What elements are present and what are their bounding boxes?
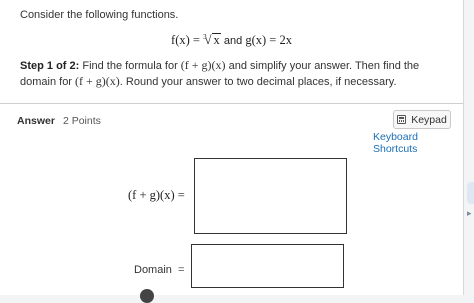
keypad-label: Keypad [411, 113, 447, 126]
step-expr-2: (f + g)(x) [75, 74, 120, 88]
fg-answer-label: (f + g)(x) = [128, 188, 185, 202]
fg-answer-input[interactable] [194, 158, 347, 234]
formula-and: and [223, 35, 243, 47]
points-label: 2 Points [62, 115, 101, 127]
domain-label-row: Domain = [134, 262, 185, 277]
formula-g: g(x) = 2x [245, 33, 292, 47]
question-section: Consider the following functions. f(x) =… [0, 0, 463, 104]
domain-label: Domain [134, 264, 172, 276]
answer-label: Answer [17, 115, 55, 127]
domain-equals: = [177, 262, 185, 276]
step-text-c: . Round your answer to two decimal place… [119, 76, 397, 88]
formula-f: f(x) = [171, 33, 204, 47]
help-button[interactable] [140, 289, 154, 303]
step-label: Step 1 of 2: [20, 60, 80, 72]
radicand: x [212, 33, 221, 47]
step-instructions: Step 1 of 2: Find the formula for (f + g… [20, 58, 435, 90]
keyboard-shortcuts-link[interactable]: Keyboard Shortcuts [373, 131, 463, 155]
side-panel-tab[interactable] [467, 182, 474, 204]
domain-input[interactable] [191, 244, 344, 288]
step-text-a: Find the formula for [79, 60, 181, 72]
answer-header: Answer 2 Points [17, 115, 101, 127]
functions-formula: f(x) = 3√ x and g(x) = 2x [0, 33, 463, 48]
question-card: Consider the following functions. f(x) =… [0, 0, 464, 303]
keypad-button[interactable]: Keypad [393, 110, 451, 129]
step-expr: (f + g)(x) [180, 58, 226, 72]
radical-sign: √ [204, 33, 212, 47]
calculator-icon [397, 115, 407, 124]
question-intro: Consider the following functions. [20, 9, 179, 21]
cursor-icon: ▸ [467, 208, 472, 218]
